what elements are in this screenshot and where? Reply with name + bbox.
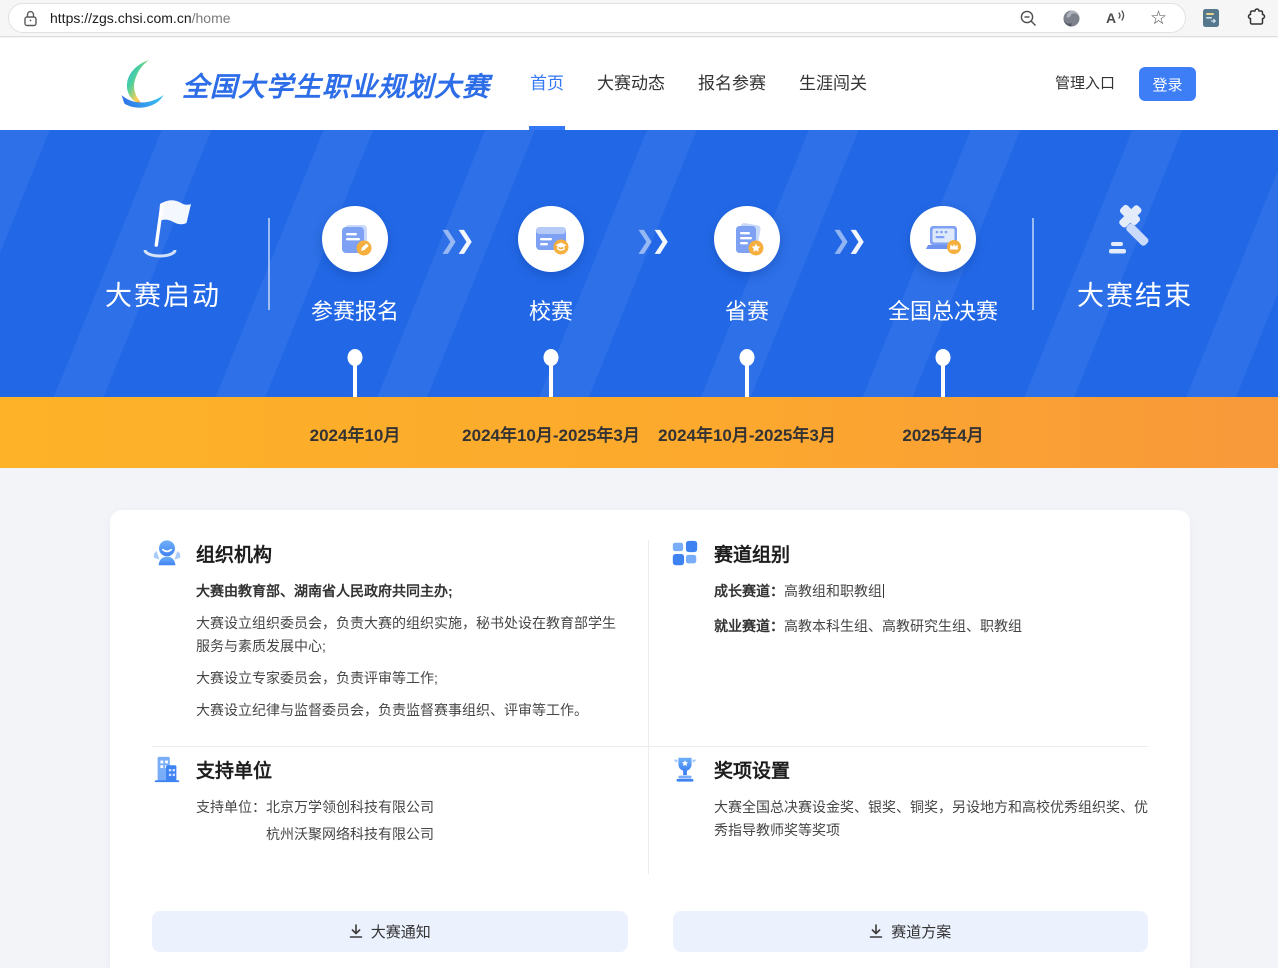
extensions-icon[interactable] [1246,8,1266,28]
support-units: 支持单位： 北京万学领创科技有限公司 杭州沃聚网络科技有限公司 [196,796,622,850]
support-unit: 杭州沃聚网络科技有限公司 [266,823,434,846]
swirl-icon[interactable] [1062,9,1081,28]
stage-end-label: 大赛结束 [1077,274,1193,313]
doc-star-icon [727,219,767,259]
url-text[interactable]: https://zgs.chsi.com.cn/home [50,10,231,26]
trophy-icon [670,754,700,784]
date-bar: 2024年10月 2024年10月-2025年3月 2024年10月-2025年… [0,397,1278,468]
grid-icon [670,538,700,568]
section-support-title: 支持单位 [196,756,272,783]
organization-paragraph: 大赛设立专家委员会，负责评审等工作; [196,667,622,690]
stage-school [518,206,584,272]
chevron-right-icon: ❯❯ [439,226,471,255]
main-nav: 首页 大赛动态 报名参赛 生涯闯关 [530,38,867,130]
section-tracks-title: 赛道组别 [714,540,790,567]
download-row: 大赛通知 赛道方案 [152,911,1148,952]
site-logo[interactable]: 全国大学生职业规划大赛 [116,58,490,110]
chevron-right-icon: ❯❯ [635,226,667,255]
download-notice-button[interactable]: 大赛通知 [152,911,628,952]
nav-register[interactable]: 报名参赛 [698,38,766,130]
section-organization-title: 组织机构 [196,540,272,567]
section-awards-title: 奖项设置 [714,756,790,783]
address-bar[interactable]: https://zgs.chsi.com.cn/home A ☆ [8,3,1186,33]
banner-divider-right [1032,218,1034,310]
timeline-banner: 大赛启动 参赛报名 ❯❯ [0,130,1278,397]
text-cursor [883,584,884,598]
awards-text: 大赛全国总决赛设金奖、银奖、铜奖，另设地方和高校优秀组织奖、优秀指导教师奖等奖项 [714,796,1150,842]
organization-lead: 大赛由教育部、湖南省人民政府共同主办; [196,580,622,603]
site-header: 全国大学生职业规划大赛 首页 大赛动态 报名参赛 生涯闯关 管理入口 登录 [0,38,1278,130]
building-icon [152,754,182,784]
download-icon [349,924,363,939]
stage-national-final-label: 全国总决赛 [888,294,998,326]
laptop-crown-icon [922,219,964,259]
admin-entry-link[interactable]: 管理入口 [1055,38,1115,130]
section-organization: 组织机构 大赛由教育部、湖南省人民政府共同主办; 大赛设立组织委员会，负责大赛的… [152,538,622,731]
favorites-icon[interactable]: ☆ [1150,9,1167,28]
download-icon [869,924,883,939]
site-title: 全国大学生职业规划大赛 [182,65,490,104]
nav-career-quest[interactable]: 生涯闯关 [799,38,867,130]
url-host: https://zgs.chsi.com.cn [50,10,192,26]
timeline-stem [549,364,553,397]
sidebar-icon[interactable] [1202,8,1220,28]
zoom-out-icon[interactable] [1019,9,1038,28]
stage-signup [322,206,388,272]
stage-province [714,206,780,272]
form-pencil-icon [335,219,375,259]
section-tracks: 赛道组别 成长赛道：高教组和职教组 就业赛道：高教本科生组、高教研究生组、职教组 [670,538,1150,650]
track-row-growth: 成长赛道：高教组和职教组 [714,580,1150,603]
flag-icon [133,198,193,275]
gavel-icon [1103,200,1167,267]
browser-chrome: https://zgs.chsi.com.cn/home A ☆ [0,0,1278,37]
stage-signup-label: 参赛报名 [311,294,399,326]
section-awards: 奖项设置 大赛全国总决赛设金奖、银奖、铜奖，另设地方和高校优秀组织奖、优秀指导教… [670,754,1150,851]
chevron-right-icon: ❯❯ [831,226,863,255]
info-card: 组织机构 大赛由教育部、湖南省人民政府共同主办; 大赛设立组织委员会，负责大赛的… [110,510,1190,968]
logo-icon [116,58,168,110]
avatar-icon [152,538,182,568]
login-button[interactable]: 登录 [1139,67,1196,101]
card-divider-horizontal [152,746,1148,747]
stage-signup-date: 2024年10月 [310,421,401,446]
card-divider-vertical [648,540,649,874]
stage-national-final-date: 2025年4月 [902,421,983,446]
nav-home[interactable]: 首页 [530,38,564,130]
read-aloud-icon[interactable]: A [1105,9,1126,27]
organization-paragraph: 大赛设立组织委员会，负责大赛的组织实施，秘书处设在教育部学生服务与素质发展中心; [196,612,622,658]
stage-province-date: 2024年10月-2025年3月 [658,421,836,446]
stage-province-label: 省赛 [725,294,769,326]
organization-paragraph: 大赛设立纪律与监督委员会，负责监督赛事组织、评审等工作。 [196,699,622,722]
section-support: 支持单位 支持单位： 北京万学领创科技有限公司 杭州沃聚网络科技有限公司 [152,754,622,850]
lock-icon[interactable] [23,10,38,27]
stage-school-date: 2024年10月-2025年3月 [462,421,640,446]
timeline-stem [353,364,357,397]
support-unit: 北京万学领创科技有限公司 [266,796,434,819]
timeline-stem [941,364,945,397]
stage-school-label: 校赛 [529,294,573,326]
card-cap-icon [530,219,572,259]
nav-news[interactable]: 大赛动态 [597,38,665,130]
track-row-employment: 就业赛道：高教本科生组、高教研究生组、职教组 [714,615,1150,638]
stage-national-final [910,206,976,272]
page: https://zgs.chsi.com.cn/home A ☆ [0,0,1278,968]
url-path: /home [192,10,231,26]
download-track-plan-button[interactable]: 赛道方案 [673,911,1149,952]
banner-divider-left [268,218,270,310]
svg-text:A: A [1106,10,1116,26]
timeline-stem [745,364,749,397]
stage-start-label: 大赛启动 [105,274,221,313]
